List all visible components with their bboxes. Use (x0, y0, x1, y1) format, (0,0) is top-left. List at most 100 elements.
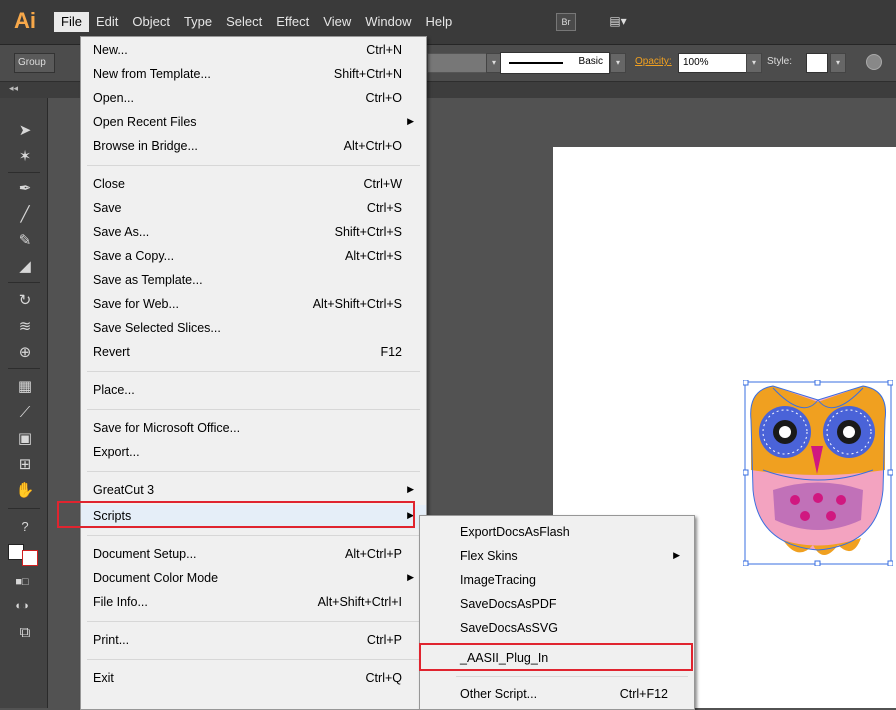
help-tool-icon[interactable]: ? (14, 516, 36, 538)
warp-tool-icon[interactable]: ≋ (14, 316, 36, 338)
script-save-docs-as-pdf[interactable]: SaveDocsAsPDF (420, 592, 694, 616)
menu-window[interactable]: Window (358, 12, 418, 32)
symbol-sprayer-tool-icon[interactable]: ▣ (14, 428, 36, 450)
menu-separator (456, 676, 688, 677)
stroke-weight-field[interactable] (427, 53, 487, 73)
collapse-panels-icon[interactable]: ◂◂ (9, 83, 18, 94)
menu-item-shortcut: Alt+Shift+Ctrl+I (317, 595, 402, 609)
bridge-icon[interactable]: Br (556, 13, 576, 31)
script-flex-skins[interactable]: Flex Skins ▶ (420, 544, 694, 568)
menu-type[interactable]: Type (177, 12, 219, 32)
menu-item-label: ImageTracing (460, 573, 536, 587)
menu-item-label: Flex Skins (460, 549, 518, 563)
scripts-submenu: ExportDocsAsFlash Flex Skins ▶ ImageTraci… (419, 515, 695, 710)
owl-artwork[interactable] (742, 379, 894, 567)
menu-item-label: Export... (93, 445, 140, 459)
magic-wand-tool-icon[interactable]: ✶ (14, 146, 36, 168)
script-other-script[interactable]: Other Script... Ctrl+F12 (420, 682, 694, 706)
selection-type-label: Group (14, 53, 55, 73)
menu-item-label: ExportDocsAsFlash (460, 525, 570, 539)
menu-item-shortcut: Alt+Ctrl+O (343, 139, 402, 153)
mesh-tool-icon[interactable]: ▦ (14, 376, 36, 398)
menu-item-new-from-template[interactable]: New from Template... Shift+Ctrl+N (81, 63, 426, 87)
menu-edit[interactable]: Edit (89, 12, 125, 32)
submenu-arrow-icon: ▶ (407, 484, 414, 494)
menu-item-label: Save for Microsoft Office... (93, 421, 241, 435)
stroke-profile-dropdown[interactable]: ▾ (610, 53, 626, 73)
menu-item-greatcut[interactable]: GreatCut 3 ▶ (81, 479, 426, 503)
menu-file[interactable]: File (54, 12, 89, 32)
menu-item-document-setup[interactable]: Document Setup... Alt+Ctrl+P (81, 543, 426, 567)
menu-item-save-as[interactable]: Save As... Shift+Ctrl+S (81, 221, 426, 245)
color-mode-icons[interactable]: ■□ (6, 574, 38, 590)
menu-item-save[interactable]: Save Ctrl+S (81, 197, 426, 221)
menu-item-label: Open Recent Files (93, 115, 197, 129)
toolbox-divider (8, 172, 40, 173)
menu-item-label: Browse in Bridge... (93, 139, 198, 153)
shape-builder-tool-icon[interactable]: ⊕ (14, 342, 36, 364)
menu-separator (87, 165, 420, 166)
menu-item-shortcut: Ctrl+S (366, 201, 402, 215)
hand-tool-icon[interactable]: ✋ (14, 480, 36, 502)
menu-item-save-as-template[interactable]: Save as Template... (81, 269, 426, 293)
style-dropdown[interactable]: ▾ (830, 53, 846, 73)
rotate-tool-icon[interactable]: ↻ (14, 290, 36, 312)
menu-item-export[interactable]: Export... (81, 441, 426, 465)
menu-help[interactable]: Help (418, 12, 459, 32)
menu-item-browse-in-bridge[interactable]: Browse in Bridge... Alt+Ctrl+O (81, 135, 426, 159)
line-tool-icon[interactable]: ╱ (14, 204, 36, 226)
menu-item-save-selected-slices[interactable]: Save Selected Slices... (81, 317, 426, 341)
stroke-profile-select[interactable]: Basic (500, 52, 610, 74)
menu-item-close[interactable]: Close Ctrl+W (81, 173, 426, 197)
menu-item-label: Exit (93, 671, 114, 685)
paintbrush-tool-icon[interactable]: ✎ (14, 230, 36, 252)
opacity-field[interactable]: 100% (678, 53, 748, 73)
toolbox-divider (8, 368, 40, 369)
draw-mode-icons[interactable]: ◐◑ (6, 598, 38, 614)
menu-item-open-recent[interactable]: Open Recent Files ▶ (81, 111, 426, 135)
screen-mode-icon[interactable]: ⧉ (14, 622, 36, 644)
stroke-swatch[interactable] (22, 550, 38, 566)
recolor-artwork-icon[interactable] (866, 54, 882, 70)
menu-item-save-for-microsoft-office[interactable]: Save for Microsoft Office... (81, 417, 426, 441)
tools-panel: ➤ ✶ ✒ ╱ ✎ ◢ ↻ ≋ ⊕ ▦ ⟋ ▣ ⊞ ✋ ? ■□ ◐◑ ⧉ (0, 98, 48, 708)
eyedropper-tool-icon[interactable]: ⟋ (14, 402, 36, 424)
menu-item-label: SaveDocsAsPDF (460, 597, 557, 611)
menu-item-new[interactable]: New... Ctrl+N (81, 39, 426, 63)
menu-effect[interactable]: Effect (269, 12, 316, 32)
selection-tool-icon[interactable]: ➤ (14, 120, 36, 142)
menu-item-label: Save As... (93, 225, 150, 239)
menu-item-save-for-web[interactable]: Save for Web... Alt+Shift+Ctrl+S (81, 293, 426, 317)
menu-item-shortcut: Ctrl+P (366, 633, 402, 647)
menu-select[interactable]: Select (219, 12, 269, 32)
menu-item-document-color-mode[interactable]: Document Color Mode ▶ (81, 567, 426, 591)
style-swatch[interactable] (806, 53, 828, 73)
menu-separator (87, 471, 420, 472)
menu-item-place[interactable]: Place... (81, 379, 426, 403)
menu-item-save-a-copy[interactable]: Save a Copy... Alt+Ctrl+S (81, 245, 426, 269)
pen-tool-icon[interactable]: ✒ (14, 178, 36, 200)
menu-item-shortcut: Ctrl+F12 (619, 687, 668, 701)
menu-item-label: SaveDocsAsSVG (460, 621, 558, 635)
artboard-tool-icon[interactable]: ⊞ (14, 454, 36, 476)
toolbox-divider (8, 508, 40, 509)
script-save-docs-as-svg[interactable]: SaveDocsAsSVG (420, 616, 694, 640)
menu-item-exit[interactable]: Exit Ctrl+Q (81, 667, 426, 691)
script-image-tracing[interactable]: ImageTracing (420, 568, 694, 592)
menu-item-file-info[interactable]: File Info... Alt+Shift+Ctrl+I (81, 591, 426, 615)
menu-item-label: Save for Web... (93, 297, 179, 311)
opacity-dropdown[interactable]: ▾ (746, 53, 762, 73)
menu-item-label: Save as Template... (93, 273, 203, 287)
menu-item-print[interactable]: Print... Ctrl+P (81, 629, 426, 653)
script-export-docs-as-flash[interactable]: ExportDocsAsFlash (420, 520, 694, 544)
menu-view[interactable]: View (316, 12, 358, 32)
menu-item-open[interactable]: Open... Ctrl+O (81, 87, 426, 111)
scripts-highlight-box (57, 501, 415, 528)
blob-brush-tool-icon[interactable]: ◢ (14, 256, 36, 278)
menu-item-label: Place... (93, 383, 135, 397)
arrange-documents-icon[interactable]: ▤▾ (604, 13, 632, 29)
opacity-label[interactable]: Opacity: (635, 56, 672, 67)
menu-item-revert[interactable]: Revert F12 (81, 341, 426, 365)
menu-item-shortcut: F12 (380, 345, 402, 359)
menu-object[interactable]: Object (125, 12, 177, 32)
